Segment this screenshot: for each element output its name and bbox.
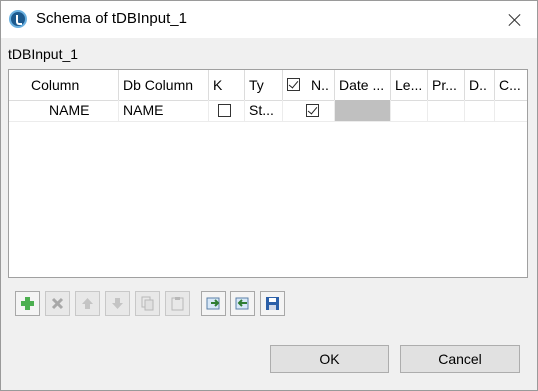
cell-column[interactable]: NAME: [9, 100, 119, 121]
move-down-icon: [112, 298, 123, 309]
header-length[interactable]: Le...: [391, 70, 428, 100]
cell-precision[interactable]: [428, 100, 465, 121]
cell-date-pattern[interactable]: [335, 100, 391, 121]
export-button[interactable]: [230, 291, 255, 316]
move-down-button[interactable]: [105, 291, 130, 316]
cell-db-column[interactable]: NAME: [119, 100, 209, 121]
key-checkbox[interactable]: [218, 104, 231, 117]
import-icon: [206, 297, 220, 310]
component-label: tDBInput_1: [8, 46, 79, 62]
header-db-column[interactable]: Db Column: [119, 70, 209, 100]
cell-length[interactable]: [391, 100, 428, 121]
header-key[interactable]: K: [209, 70, 245, 100]
paste-icon: [171, 297, 184, 311]
cell-type[interactable]: St...: [245, 100, 283, 121]
cell-key[interactable]: [209, 100, 245, 121]
table-row[interactable]: NAME NAME St...: [9, 100, 527, 122]
title-bar: Schema of tDBInput_1: [1, 1, 537, 38]
cell-nullable[interactable]: [283, 100, 335, 121]
paste-button[interactable]: [165, 291, 190, 316]
move-up-icon: [82, 298, 93, 309]
close-icon[interactable]: [501, 6, 529, 34]
header-nullable[interactable]: N..: [283, 70, 335, 100]
schema-dialog: Schema of tDBInput_1 tDBInput_1 Column D…: [0, 0, 538, 391]
header-column[interactable]: Column: [9, 70, 119, 100]
save-button[interactable]: [260, 291, 285, 316]
move-up-button[interactable]: [75, 291, 100, 316]
header-precision[interactable]: Pr...: [428, 70, 465, 100]
delete-icon: [51, 297, 64, 310]
import-button[interactable]: [201, 291, 226, 316]
copy-icon: [141, 296, 154, 311]
ok-button[interactable]: OK: [270, 345, 389, 373]
copy-button[interactable]: [135, 291, 160, 316]
header-type[interactable]: Ty: [245, 70, 283, 100]
header-comment[interactable]: C...: [495, 70, 527, 100]
header-date-pattern[interactable]: Date ...: [335, 70, 391, 100]
window-title: Schema of tDBInput_1: [36, 10, 187, 27]
header-nullable-label: N..: [311, 77, 329, 93]
cancel-button[interactable]: Cancel: [400, 345, 520, 373]
add-icon: [21, 297, 34, 310]
schema-table: Column Db Column K Ty N.. Date ... Le...…: [8, 69, 528, 278]
nullable-checkbox[interactable]: [306, 104, 319, 117]
cell-comment[interactable]: [495, 100, 527, 121]
cell-default[interactable]: [465, 100, 495, 121]
export-icon: [235, 297, 249, 310]
table-header: Column Db Column K Ty N.. Date ... Le...…: [9, 70, 527, 101]
add-button[interactable]: [15, 291, 40, 316]
delete-button[interactable]: [45, 291, 70, 316]
header-default[interactable]: D..: [465, 70, 495, 100]
talend-app-icon: [9, 10, 27, 28]
header-nullable-checkbox[interactable]: [287, 78, 300, 91]
save-icon: [266, 297, 279, 310]
